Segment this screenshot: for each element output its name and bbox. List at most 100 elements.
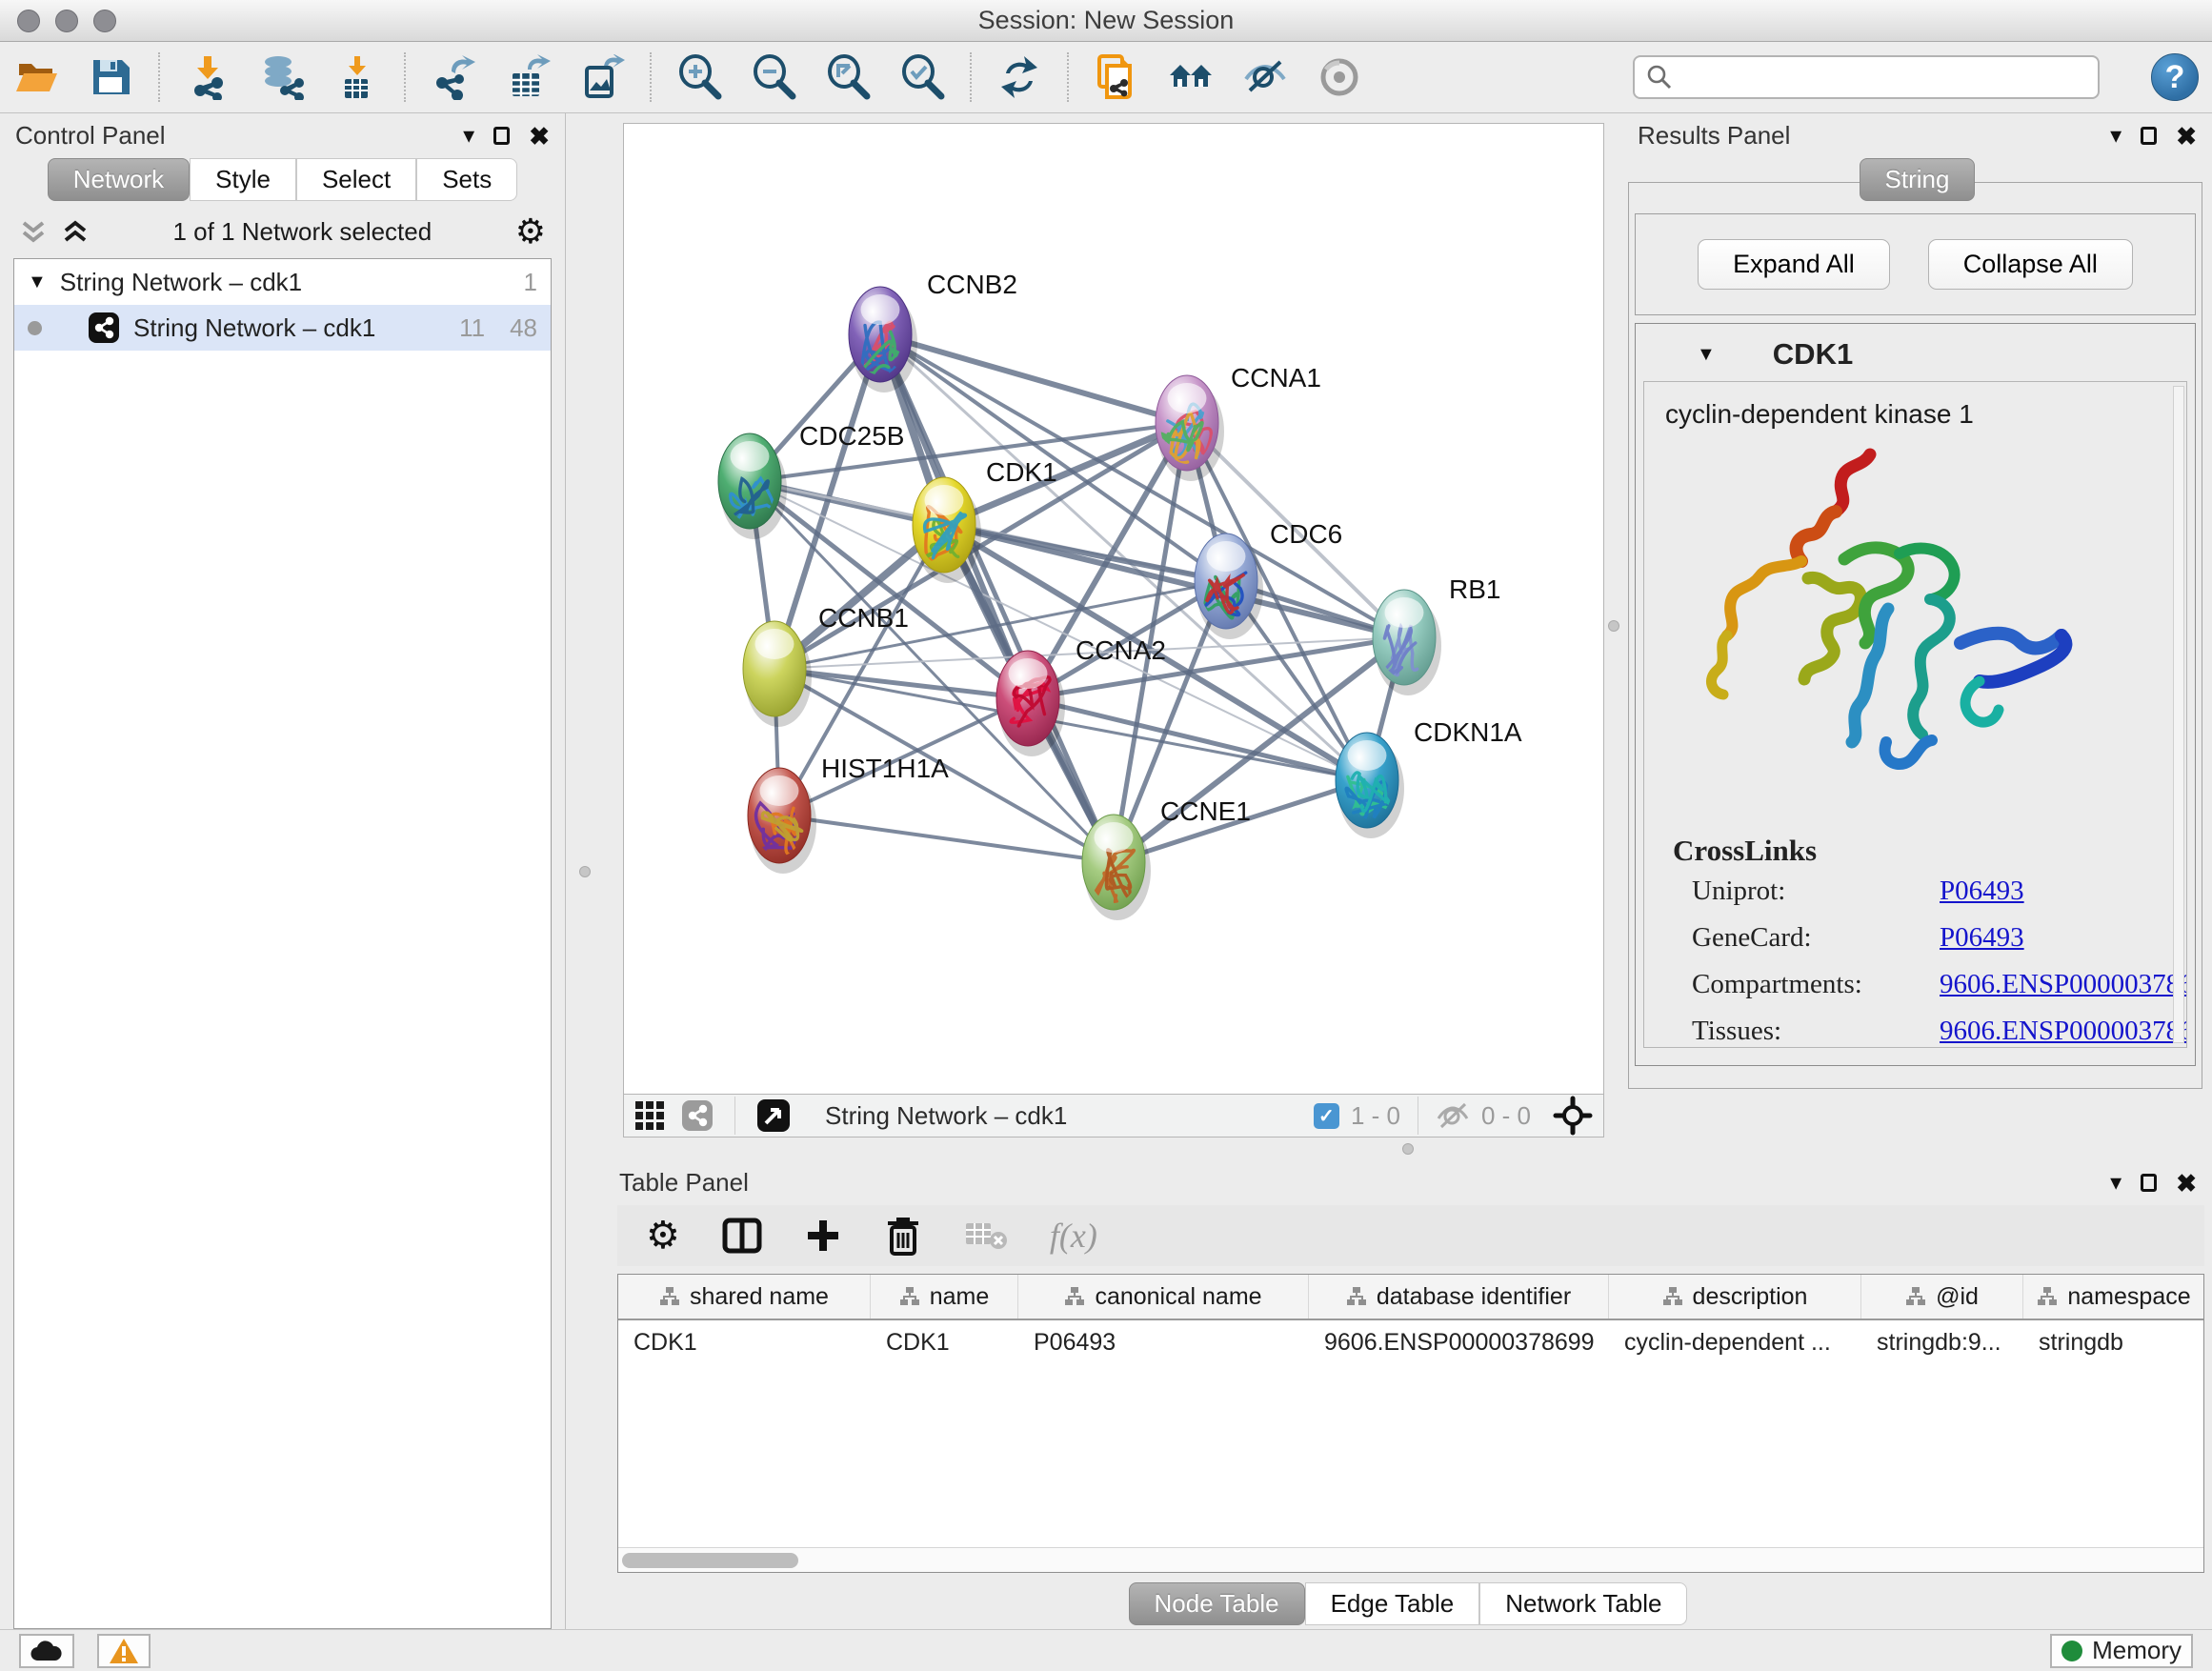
float-panel-icon[interactable] [493,127,510,145]
crosslink-tissues-link[interactable]: 9606.ENSP00000378699 [1940,1016,2187,1047]
refresh-layout-icon[interactable] [996,54,1042,100]
tab-network-table[interactable]: Network Table [1479,1582,1687,1625]
zoom-selected-icon[interactable] [899,54,945,100]
tab-node-table[interactable]: Node Table [1129,1582,1305,1625]
tab-select[interactable]: Select [296,158,416,201]
cell-description[interactable]: cyclin-dependent ... [1609,1329,1861,1357]
copy-style-icon[interactable] [1094,54,1139,100]
scrollbar-thumb[interactable] [622,1553,798,1568]
export-network-icon[interactable] [431,54,476,100]
search-field[interactable] [1633,55,2100,99]
add-column-icon[interactable] [804,1217,842,1255]
tab-sets[interactable]: Sets [416,158,517,201]
tab-network[interactable]: Network [48,158,190,201]
table-tabs: Node Table Edge Table Network Table [604,1582,2212,1625]
expand-all-button[interactable]: Expand All [1698,239,1890,290]
selected-checkbox-icon[interactable]: ✓ [1314,1103,1339,1129]
export-image-icon[interactable] [579,54,625,100]
network-selection-status: 1 of 1 Network selected [103,217,502,247]
float-panel-icon[interactable] [2141,127,2157,145]
expand-all-networks-icon[interactable] [19,217,48,246]
column-header-id[interactable]: @id [1861,1275,2023,1319]
collapse-all-networks-icon[interactable] [61,217,90,246]
warnings-button[interactable] [97,1634,151,1668]
cell-namespace[interactable]: stringdb [2023,1329,2204,1357]
column-header-shared-name[interactable]: shared name [618,1275,871,1319]
collection-expand-icon[interactable]: ▼ [28,272,47,293]
column-header-canonical-name[interactable]: canonical name [1018,1275,1309,1319]
grid-view-icon[interactable] [633,1099,666,1132]
right-splitter[interactable] [1604,113,1622,1137]
search-input[interactable] [1682,64,2086,91]
column-header-namespace[interactable]: namespace [2023,1275,2204,1319]
collapse-panel-icon[interactable]: ▾ [2110,125,2122,148]
cell-shared-name[interactable]: CDK1 [618,1329,871,1357]
delete-table-icon[interactable] [964,1219,1008,1252]
collapse-all-button[interactable]: Collapse All [1928,239,2133,290]
first-neighbors-icon[interactable] [1168,54,1214,100]
network-options-gear-icon[interactable]: ⚙ [515,214,546,249]
table-row[interactable]: CDK1 CDK1 P06493 9606.ENSP00000378699 cy… [618,1320,2203,1364]
cell-database-identifier[interactable]: 9606.ENSP00000378699 [1309,1329,1609,1357]
results-panel: Results Panel ▾ ✖ String Expand All [1622,113,2212,1137]
collapse-panel-icon[interactable]: ▾ [2110,1172,2122,1195]
help-button[interactable]: ? [2151,53,2199,101]
collapse-panel-icon[interactable]: ▾ [463,125,474,148]
splitter-grip[interactable] [579,866,591,877]
horizontal-splitter[interactable] [604,1137,2212,1160]
left-splitter[interactable] [566,113,604,1629]
table-header-row: shared name name canonical name database… [618,1275,2203,1320]
zoom-fit-icon[interactable] [825,54,871,100]
crosslink-uniprot-link[interactable]: P06493 [1940,876,2187,907]
save-session-icon[interactable] [88,54,133,100]
hidden-eye-icon[interactable] [1436,1101,1470,1130]
cloud-icon [30,1640,63,1662]
table-horizontal-scrollbar[interactable] [618,1547,2203,1572]
network-edge-count: 48 [510,313,537,343]
float-panel-icon[interactable] [2141,1174,2157,1192]
zoom-out-icon[interactable] [751,54,796,100]
column-header-description[interactable]: description [1609,1275,1861,1319]
cell-canonical-name[interactable]: P06493 [1018,1329,1309,1357]
tab-edge-table[interactable]: Edge Table [1305,1582,1480,1625]
zoom-in-icon[interactable] [676,54,722,100]
results-scrollbar[interactable] [2173,386,2184,1043]
import-table-file-icon[interactable] [333,54,379,100]
import-network-file-icon[interactable] [185,54,231,100]
splitter-grip[interactable] [1608,620,1619,632]
crosslink-genecard-link[interactable]: P06493 [1940,922,2187,954]
network-view-icon[interactable] [681,1099,714,1132]
delete-column-icon[interactable] [884,1216,922,1256]
table-options-gear-icon[interactable]: ⚙ [646,1217,680,1255]
detach-view-icon[interactable] [756,1098,791,1133]
memory-button[interactable]: Memory [2050,1634,2193,1668]
close-panel-icon[interactable]: ✖ [529,124,550,149]
hide-selected-icon[interactable] [1242,54,1288,100]
function-builder-icon[interactable]: f(x) [1050,1216,1097,1256]
network-canvas[interactable]: CCNB2CCNA1CDC25BCDK1CDC6RB1CCNB1CCNA2CDK… [623,123,1604,1094]
network-collection-row[interactable]: ▼ String Network – cdk1 1 [14,259,551,305]
cell-name[interactable]: CDK1 [871,1329,1018,1357]
network-row[interactable]: String Network – cdk1 11 48 [14,305,551,351]
tab-style[interactable]: Style [190,158,296,201]
column-header-database-identifier[interactable]: database identifier [1309,1275,1609,1319]
show-all-icon[interactable] [1317,54,1362,100]
tab-string-results[interactable]: String [1860,158,1976,201]
network-list: ▼ String Network – cdk1 1 String Network… [13,258,552,1629]
export-table-icon[interactable] [505,54,551,100]
show-columns-icon[interactable] [722,1216,762,1256]
close-panel-icon[interactable]: ✖ [2176,124,2197,149]
network-graph[interactable]: CCNB2CCNA1CDC25BCDK1CDC6RB1CCNB1CCNA2CDK… [624,124,1603,1094]
cloud-status-button[interactable] [19,1634,74,1668]
crosslink-compartments-link[interactable]: 9606.ENSP00000378699 [1940,969,2187,1000]
splitter-grip[interactable] [1402,1143,1414,1155]
birds-eye-view-icon[interactable] [1552,1095,1594,1137]
cell-id[interactable]: stringdb:9... [1861,1329,2023,1357]
import-network-database-icon[interactable] [259,54,305,100]
column-header-name[interactable]: name [871,1275,1018,1319]
crosslink-label: Compartments: [1692,969,1940,1000]
open-session-icon[interactable] [13,54,59,100]
table-panel: Table Panel ▾ ✖ ⚙ f(x) [604,1160,2212,1629]
entry-collapse-icon[interactable]: ▼ [1697,344,1716,366]
close-panel-icon[interactable]: ✖ [2176,1171,2197,1196]
